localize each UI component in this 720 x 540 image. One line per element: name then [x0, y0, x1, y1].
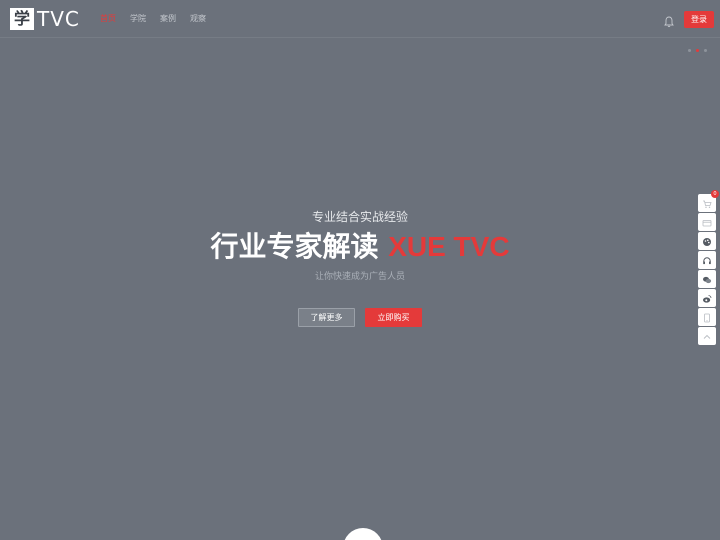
cart-badge: 0 — [711, 190, 719, 198]
back-to-top-button[interactable] — [698, 327, 716, 345]
slider-dot[interactable] — [704, 49, 707, 52]
bell-icon[interactable] — [664, 13, 674, 28]
card-button[interactable] — [698, 213, 716, 231]
tablet-button[interactable] — [698, 308, 716, 326]
arrow-up-icon — [702, 327, 712, 346]
nav-item-cases[interactable]: 案例 — [160, 13, 176, 25]
logo-glyph: 学 — [10, 8, 34, 30]
hero-buttons: 了解更多 立即购买 — [298, 308, 422, 327]
main-nav: 首页 学院 案例 观察 — [100, 13, 206, 25]
hero-title: 行业专家解读 XUE TVC — [0, 230, 720, 264]
slider-dot-active[interactable] — [696, 49, 699, 52]
card-icon — [702, 213, 712, 232]
hero-section: 专业结合实战经验 行业专家解读 XUE TVC 让你快速成为广告人员 了解更多 … — [0, 208, 720, 327]
slider-dots — [688, 49, 707, 52]
hero-title-accent: XUE TVC — [388, 231, 510, 262]
learn-more-button[interactable]: 了解更多 — [298, 308, 355, 327]
logo[interactable]: 学 TVC — [10, 7, 80, 31]
cart-icon — [702, 194, 712, 213]
headset-icon — [702, 251, 712, 270]
slider-dot[interactable] — [688, 49, 691, 52]
logo-text: TVC — [37, 7, 80, 31]
header: 学 TVC 首页 学院 案例 观察 登录 — [0, 0, 720, 38]
palette-icon — [702, 232, 712, 251]
chevron-down-icon — [359, 532, 368, 540]
weibo-button[interactable] — [698, 289, 716, 307]
scroll-down-button[interactable] — [343, 528, 383, 540]
nav-item-insights[interactable]: 观察 — [190, 13, 206, 25]
palette-button[interactable] — [698, 232, 716, 250]
cart-button[interactable]: 0 — [698, 190, 719, 213]
hero-subtitle: 专业结合实战经验 — [311, 210, 408, 224]
hero-title-main: 行业专家解读 — [210, 230, 389, 263]
weibo-icon — [702, 289, 712, 308]
buy-now-button[interactable]: 立即购买 — [365, 308, 422, 327]
tablet-icon — [702, 308, 712, 327]
nav-item-home[interactable]: 首页 — [100, 13, 116, 25]
login-button[interactable]: 登录 — [684, 11, 714, 28]
support-button[interactable] — [698, 251, 716, 269]
page: 学 TVC 首页 学院 案例 观察 登录 专业结合实战经验 行业专家解读 XUE… — [0, 0, 720, 540]
hero-description: 让你快速成为广告人员 — [314, 272, 405, 282]
chat-button[interactable] — [698, 270, 716, 288]
chat-icon — [702, 270, 712, 289]
nav-item-academy[interactable]: 学院 — [130, 13, 146, 25]
side-toolbar: 0 — [698, 190, 719, 345]
